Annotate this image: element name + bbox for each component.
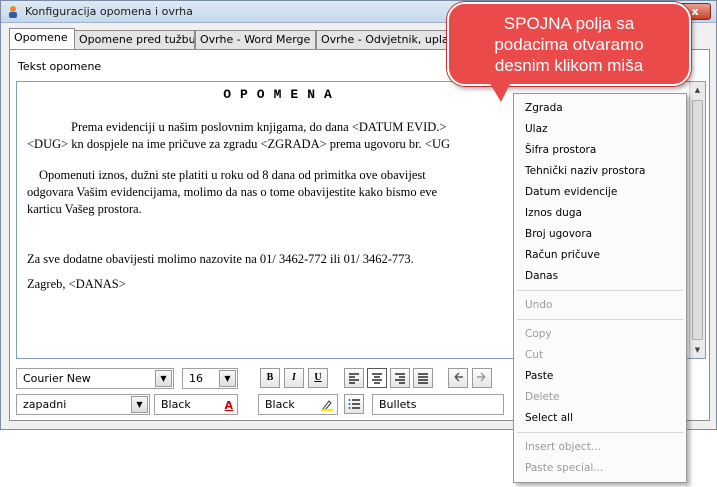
menu-item-select-all[interactable]: Select all <box>525 412 573 424</box>
highlighter-icon[interactable] <box>321 398 333 411</box>
bullets-select[interactable]: Bullets <box>372 394 504 415</box>
callout-annotation: SPOJNA polja sa podacima otvaramo desnim… <box>447 2 691 86</box>
undo-icon[interactable] <box>448 368 468 388</box>
menu-item-copy[interactable]: Copy <box>525 328 552 340</box>
highlight-color-select[interactable]: Black <box>258 394 338 415</box>
chevron-down-icon[interactable]: ▼ <box>219 370 236 387</box>
chevron-down-icon[interactable]: ▼ <box>155 370 172 387</box>
text-label: Tekst opomene <box>18 60 102 73</box>
doc-line: Opomenuti iznos, dužni ste platiti u rok… <box>39 168 426 182</box>
menu-item-ulaz[interactable]: Ulaz <box>525 123 548 135</box>
scroll-up-icon[interactable]: ▲ <box>690 82 705 98</box>
menu-item-danas[interactable]: Danas <box>525 270 558 282</box>
doc-line: Zagreb, <DANAS> <box>27 277 126 291</box>
callout-line: desnim klikom miša <box>494 56 644 75</box>
menu-item-broj-ugovora[interactable]: Broj ugovora <box>525 228 592 240</box>
menu-item-zgrada[interactable]: Zgrada <box>525 102 563 114</box>
doc-line: karticu Vašeg prostora. <box>27 202 142 216</box>
bullet-list-icon[interactable] <box>344 394 364 414</box>
menu-separator <box>517 432 683 433</box>
scroll-thumb[interactable] <box>692 100 703 340</box>
charset-select[interactable]: zapadni ▼ <box>16 394 150 415</box>
tab-opomene[interactable]: Opomene <box>9 28 75 50</box>
app-icon <box>9 6 17 18</box>
callout-tail <box>489 82 511 102</box>
underline-button[interactable]: U <box>308 368 328 388</box>
font-name-value: Courier New <box>23 372 91 385</box>
align-center-icon[interactable] <box>367 368 387 388</box>
doc-line: Prema evidenciji u našim poslovnim knjig… <box>71 120 447 134</box>
highlight-color-value: Black <box>265 398 295 411</box>
doc-line: odgovara Vašim evidencijama, molimo da n… <box>27 185 438 199</box>
doc-line: <DUG> kn dospjele na ime pričuve za zgra… <box>27 137 450 151</box>
menu-separator <box>517 319 683 320</box>
bold-button[interactable]: B <box>260 368 280 388</box>
scroll-down-icon[interactable]: ▼ <box>690 342 705 358</box>
align-right-icon[interactable] <box>390 368 410 388</box>
italic-button[interactable]: I <box>284 368 304 388</box>
callout-line: SPOJNA polja sa <box>503 14 635 33</box>
bullets-value: Bullets <box>379 398 417 411</box>
menu-item-iznos-duga[interactable]: Iznos duga <box>525 207 582 219</box>
callout-line: podacima otvaramo <box>494 35 644 54</box>
font-color-select[interactable]: Black A <box>154 394 238 415</box>
menu-item-undo[interactable]: Undo <box>525 299 552 311</box>
menu-item-insert-object[interactable]: Insert object... <box>525 441 601 453</box>
charset-value: zapadni <box>23 398 67 411</box>
menu-item-tehnicki-naziv[interactable]: Tehnički naziv prostora <box>525 165 645 177</box>
chevron-down-icon[interactable]: ▼ <box>131 396 148 413</box>
window-title: Konfiguracija opomena i ovrha <box>25 5 193 18</box>
doc-line: Za sve dodatne obavijesti molimo nazovit… <box>27 252 414 266</box>
font-color-value: Black <box>161 398 191 411</box>
menu-item-paste[interactable]: Paste <box>525 370 553 382</box>
justify-icon[interactable] <box>413 368 433 388</box>
context-menu: Zgrada Ulaz Šifra prostora Tehnički nazi… <box>513 93 687 483</box>
font-color-icon[interactable]: A <box>224 396 233 415</box>
tab-ovrhe-odvjetnik[interactable]: Ovrhe - Odvjetnik, uplatnic <box>316 30 456 50</box>
font-size-select[interactable]: 16 ▼ <box>182 368 238 389</box>
menu-item-cut[interactable]: Cut <box>525 349 543 361</box>
menu-item-racun-pricuve[interactable]: Račun pričuve <box>525 249 600 261</box>
menu-item-datum-evidencije[interactable]: Datum evidencije <box>525 186 617 198</box>
align-left-icon[interactable] <box>344 368 364 388</box>
font-name-select[interactable]: Courier New ▼ <box>16 368 174 389</box>
tab-opomene-pred-tuzbu[interactable]: Opomene pred tužbu <box>74 30 195 50</box>
menu-item-paste-special[interactable]: Paste special... <box>525 462 603 474</box>
vertical-scrollbar[interactable]: ▲ ▼ <box>689 82 705 358</box>
doc-heading: OPOMENA <box>223 87 341 102</box>
font-size-value: 16 <box>189 372 203 385</box>
menu-item-delete[interactable]: Delete <box>525 391 560 403</box>
menu-item-sifra-prostora[interactable]: Šifra prostora <box>525 144 596 156</box>
redo-icon[interactable] <box>472 368 492 388</box>
document-text: OPOMENA Prema evidenciji u našim poslovn… <box>27 86 497 293</box>
tab-ovrhe-word-merge[interactable]: Ovrhe - Word Merge <box>195 30 316 50</box>
menu-separator <box>517 290 683 291</box>
